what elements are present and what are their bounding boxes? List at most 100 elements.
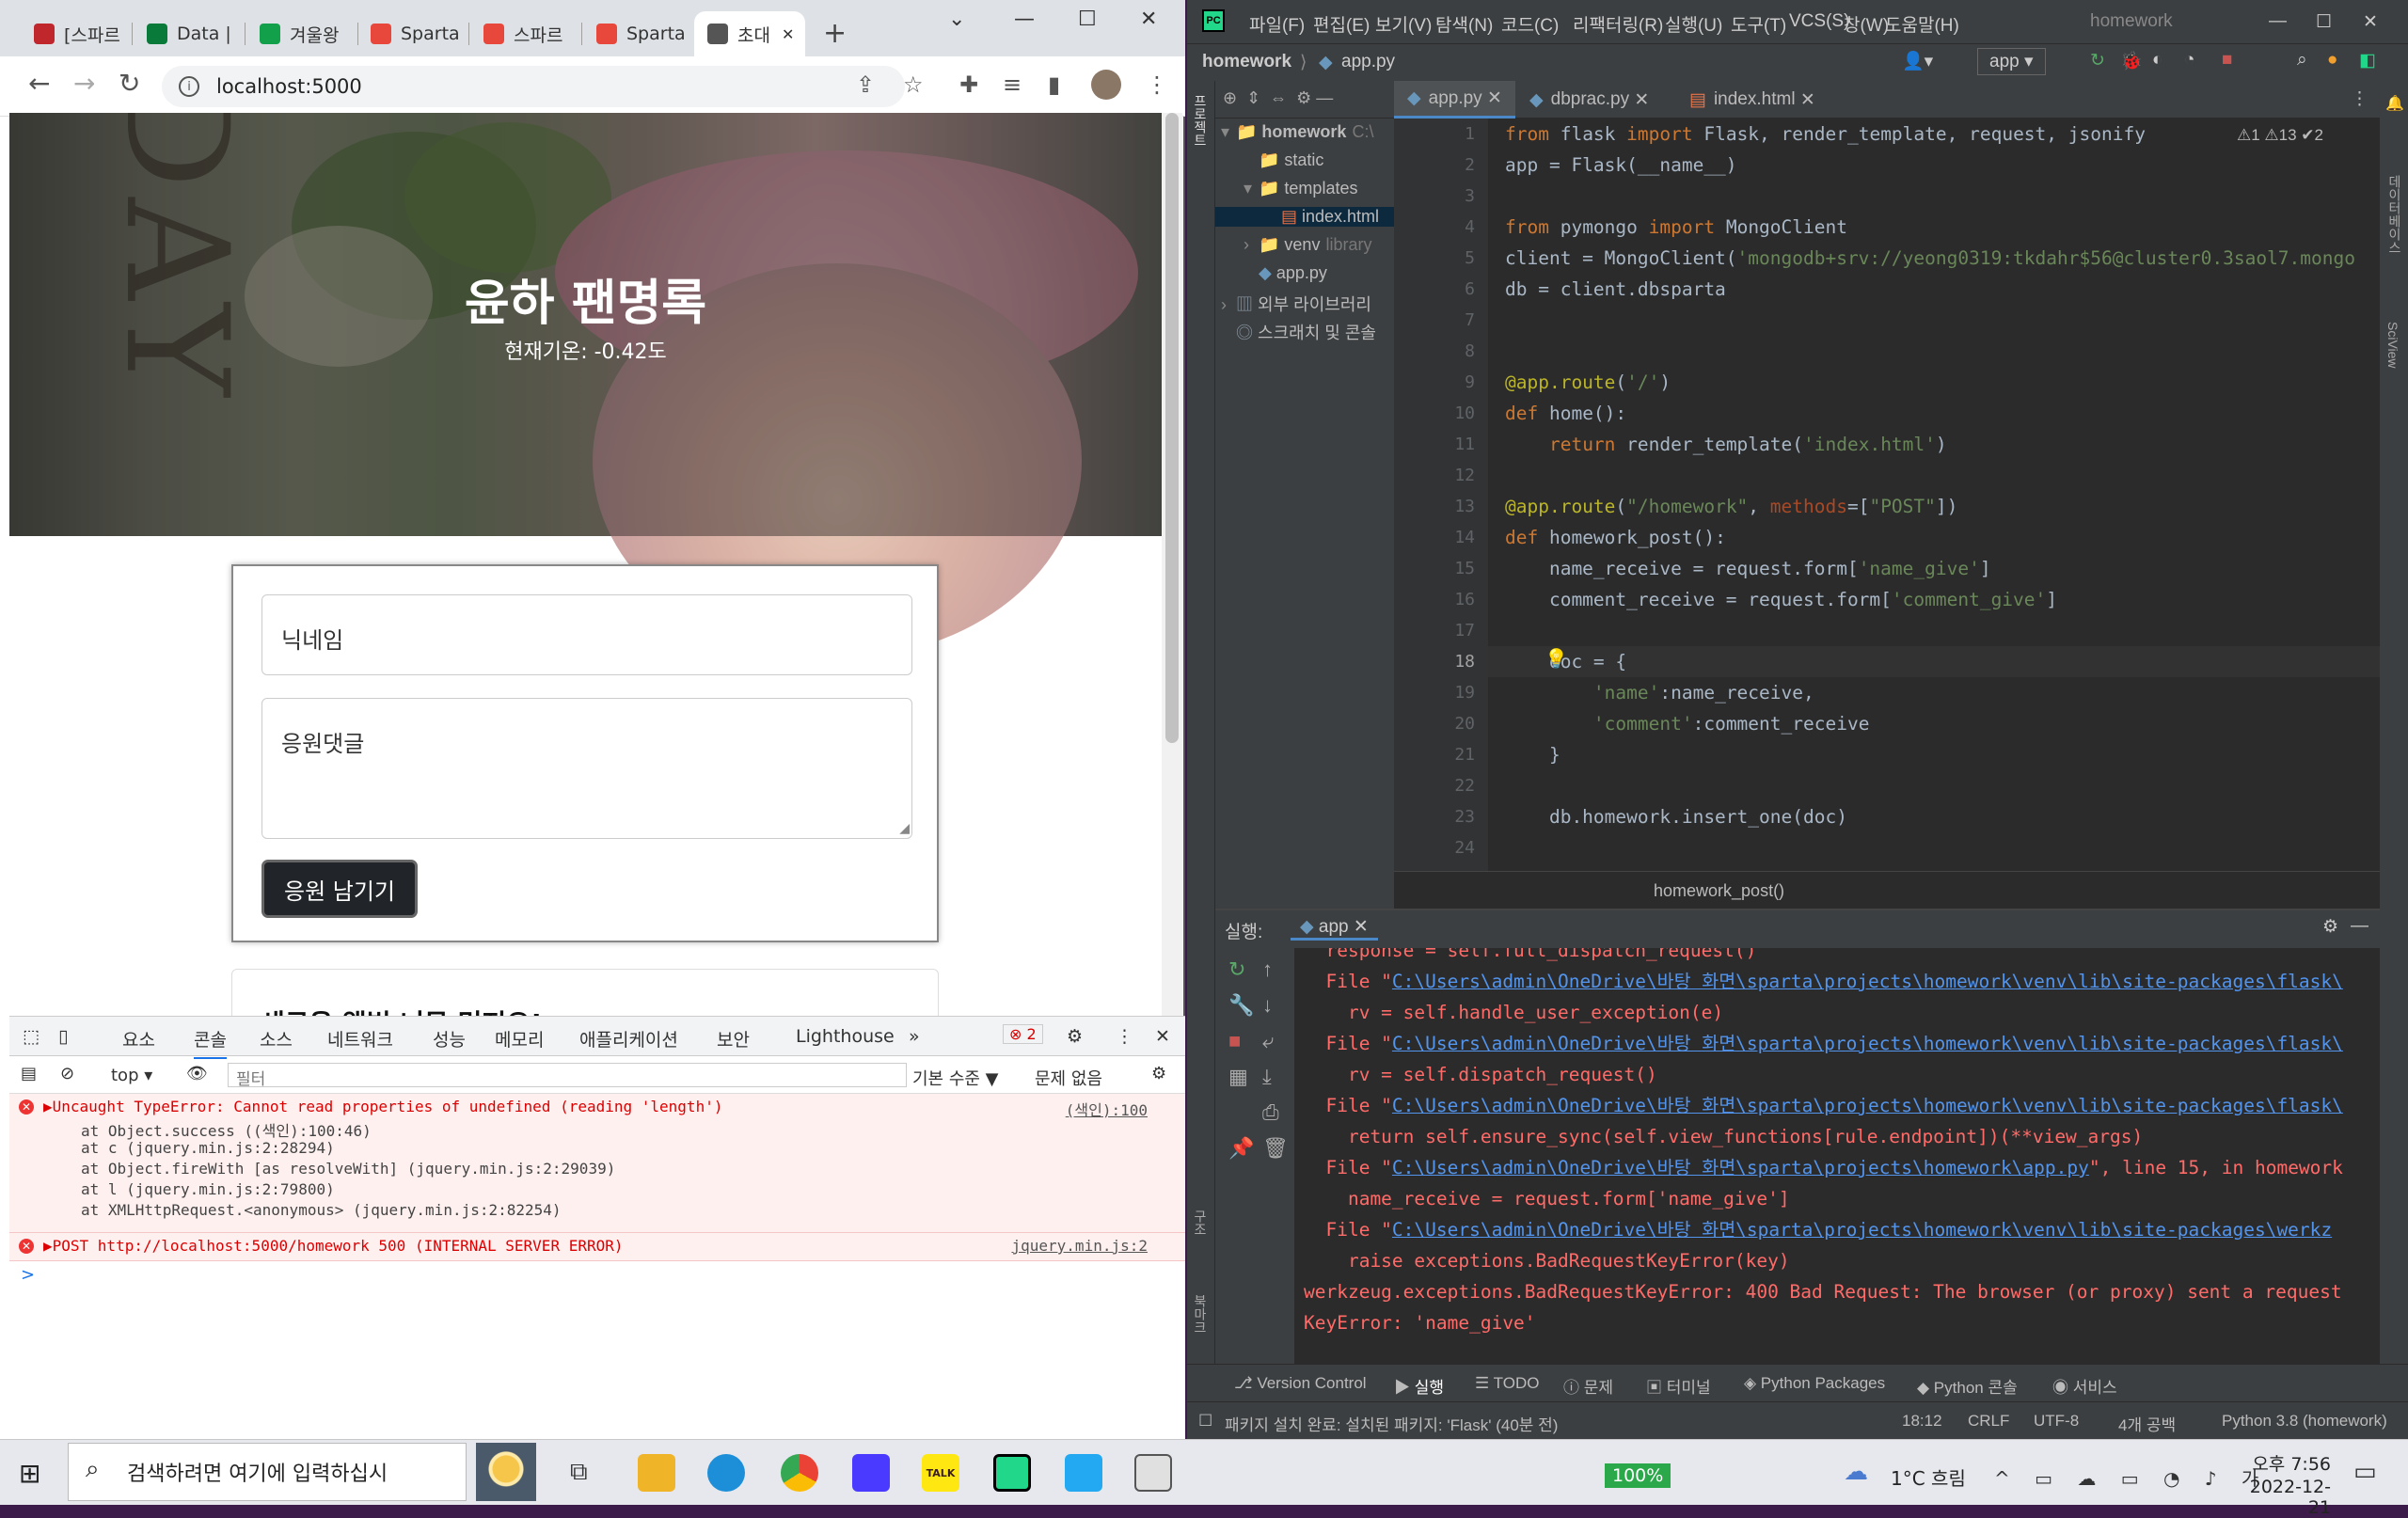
comment-textarea[interactable]: 응원댓글 ◢: [261, 698, 912, 839]
update-icon[interactable]: ●: [2327, 50, 2337, 71]
line-number[interactable]: 15: [1454, 553, 1475, 584]
profile-icon[interactable]: ◔: [2184, 50, 2194, 71]
menu-item[interactable]: 실행(U): [1665, 11, 1722, 37]
console-line[interactable]: return self.ensure_sync(self.view_functi…: [1304, 1121, 2143, 1152]
menu-item[interactable]: 코드(C): [1501, 11, 1559, 37]
project-tree-item[interactable]: › ▥ 외부 라이브러리: [1221, 292, 1371, 316]
back-icon[interactable]: ←: [28, 68, 50, 99]
forward-icon[interactable]: →: [73, 68, 95, 99]
tool-window-tab[interactable]: ☰ TODO: [1475, 1374, 1539, 1393]
project-tree-item[interactable]: ▤ index.html: [1215, 207, 1394, 227]
menu-item[interactable]: 창(W): [1844, 11, 1889, 37]
new-tab-button[interactable]: +: [823, 17, 847, 50]
devtools-tab[interactable]: Lighthouse: [796, 1026, 895, 1047]
media-icon[interactable]: ≡: [1003, 71, 1022, 98]
status-widget[interactable]: CRLF: [1968, 1412, 2009, 1431]
status-widget[interactable]: Python 3.8 (homework): [2222, 1412, 2387, 1431]
line-number[interactable]: 12: [1454, 460, 1475, 491]
console-line[interactable]: rv = self.dispatch_request(): [1304, 1059, 1657, 1090]
menu-item[interactable]: VCS(S): [1789, 11, 1849, 32]
code-line[interactable]: db = client.dbsparta: [1505, 274, 1726, 305]
sciview-tool-label[interactable]: SciView: [2385, 322, 2400, 369]
minimize-button[interactable]: —: [2269, 11, 2287, 32]
code-editor[interactable]: from flask import Flask, render_template…: [1488, 119, 2380, 871]
rerun-icon[interactable]: ↻: [2090, 50, 2105, 71]
editor-tab-index-html[interactable]: ▤ index.html ✕: [1676, 81, 1829, 119]
debug-icon[interactable]: 🐞: [2120, 50, 2143, 72]
bookmarks-tool-label[interactable]: 북마크: [1191, 1294, 1210, 1334]
run-config-select[interactable]: app ▾: [1977, 48, 2046, 75]
error-message[interactable]: ▶Uncaught TypeError: Cannot read propert…: [43, 1098, 722, 1115]
close-window-button[interactable]: ✕: [1140, 8, 1157, 31]
code-line[interactable]: from flask import Flask, render_template…: [1505, 119, 2146, 150]
line-number[interactable]: 8: [1465, 336, 1475, 367]
line-number[interactable]: 10: [1454, 398, 1475, 429]
editor-tab-app-py[interactable]: ◆ app.py ✕: [1394, 81, 1515, 119]
console-filter-input[interactable]: 필터: [228, 1063, 907, 1089]
tool-window-tab[interactable]: ⎇ Version Control: [1234, 1374, 1367, 1393]
notepad-icon[interactable]: [1134, 1454, 1172, 1492]
print-icon[interactable]: ⎙: [1262, 1100, 1279, 1125]
console-prompt[interactable]: >: [21, 1265, 35, 1285]
expand-arrow-icon[interactable]: ▾: [1221, 122, 1236, 142]
line-number[interactable]: 4: [1465, 212, 1475, 243]
console-error-post[interactable]: ✕ ▶POST http://localhost:5000/homework 5…: [9, 1233, 1185, 1261]
task-view-icon[interactable]: ⧉: [570, 1458, 588, 1487]
tab-close-icon[interactable]: ✕: [782, 25, 794, 43]
weather-widget-icon[interactable]: [476, 1443, 536, 1501]
project-tool-label[interactable]: 프로젝트: [1191, 94, 1210, 147]
code-line[interactable]: name_receive = request.form['name_give']: [1505, 553, 1991, 584]
stack-line[interactable]: at Object.success ((색인):100:46): [81, 1118, 372, 1141]
maximize-button[interactable]: ☐: [2316, 11, 2332, 33]
line-number[interactable]: 1: [1465, 119, 1475, 150]
devtools-tab[interactable]: 요소: [122, 1026, 155, 1052]
console-line[interactable]: File "C:\Users\admin\OneDrive\바탕 화면\spar…: [1304, 1090, 2342, 1121]
line-number[interactable]: 23: [1454, 801, 1475, 832]
notifications-icon[interactable]: 🔔: [2385, 94, 2404, 113]
line-number[interactable]: 17: [1454, 615, 1475, 646]
devtools-tab[interactable]: 보안: [717, 1026, 750, 1052]
tray-icons[interactable]: ^ ▭ ☁ ▭ ◔ ♪ 가: [1994, 1463, 2268, 1491]
expand-arrow-icon[interactable]: ›: [1221, 295, 1236, 315]
status-message[interactable]: 패키지 설치 완료: 설치된 패키지: 'Flask' (40분 전): [1225, 1412, 1558, 1435]
code-line[interactable]: from pymongo import MongoClient: [1505, 212, 1847, 243]
line-number[interactable]: 2: [1465, 150, 1475, 181]
extensions-icon[interactable]: ✚: [959, 71, 978, 98]
devtools-tab[interactable]: 성능: [433, 1026, 466, 1052]
code-line[interactable]: def home():: [1505, 398, 1626, 429]
weather-text[interactable]: 1°C 흐림: [1891, 1463, 1966, 1491]
clock-time[interactable]: 오후 7:56: [2241, 1450, 2331, 1476]
tool-window-tab[interactable]: ▶ 실행: [1394, 1374, 1444, 1398]
run-hide-icon[interactable]: —: [2351, 916, 2368, 937]
line-number[interactable]: 19: [1454, 677, 1475, 708]
line-number[interactable]: 5: [1465, 243, 1475, 274]
devtools-tab[interactable]: 애플리케이션: [579, 1026, 678, 1052]
code-line[interactable]: @app.route("/homework", methods=["POST"]…: [1505, 491, 1957, 522]
console-line[interactable]: name_receive = request.form['name_give']: [1304, 1183, 1790, 1214]
rerun-icon[interactable]: ↻: [1228, 957, 1245, 982]
console-line[interactable]: File "C:\Users\admin\OneDrive\바탕 화면\spar…: [1304, 1028, 2342, 1059]
menu-item[interactable]: 도움말(H): [1885, 11, 1959, 37]
tab-search-icon[interactable]: ⌄: [948, 8, 965, 31]
chrome-icon[interactable]: [781, 1454, 818, 1492]
battery-indicator[interactable]: 100%: [1605, 1463, 1671, 1488]
device-toggle-icon[interactable]: ▯: [58, 1026, 68, 1047]
trash-icon[interactable]: 🗑: [1262, 1136, 1289, 1161]
devtools-close-icon[interactable]: ✕: [1155, 1026, 1170, 1047]
line-number[interactable]: 7: [1465, 305, 1475, 336]
bookmark-star-icon[interactable]: ☆: [903, 71, 924, 98]
project-tree-item[interactable]: ◆ app.py: [1244, 263, 1327, 283]
run-settings-icon[interactable]: ⚙: [2322, 916, 2338, 938]
console-line[interactable]: File "C:\Users\admin\OneDrive\바탕 화면\spar…: [1304, 1214, 2332, 1245]
console-line[interactable]: werkzeug.exceptions.BadRequestKeyError: …: [1304, 1276, 2342, 1307]
tool-window-tab[interactable]: ◆ Python 콘솔: [1917, 1374, 2018, 1398]
current-function[interactable]: homework_post(): [1654, 881, 1784, 900]
code-line[interactable]: 'comment':comment_receive: [1505, 708, 1870, 739]
pycharm-mini-icon[interactable]: ◧: [2359, 50, 2376, 71]
eye-icon[interactable]: 👁: [186, 1064, 208, 1083]
tool-window-tab[interactable]: ▣ 터미널: [1646, 1374, 1711, 1398]
expand-arrow-icon[interactable]: ›: [1244, 235, 1259, 255]
status-widget[interactable]: 18:12: [1902, 1412, 1942, 1431]
close-window-button[interactable]: ✕: [2363, 11, 2378, 33]
page-scrollbar[interactable]: [1162, 113, 1182, 1016]
